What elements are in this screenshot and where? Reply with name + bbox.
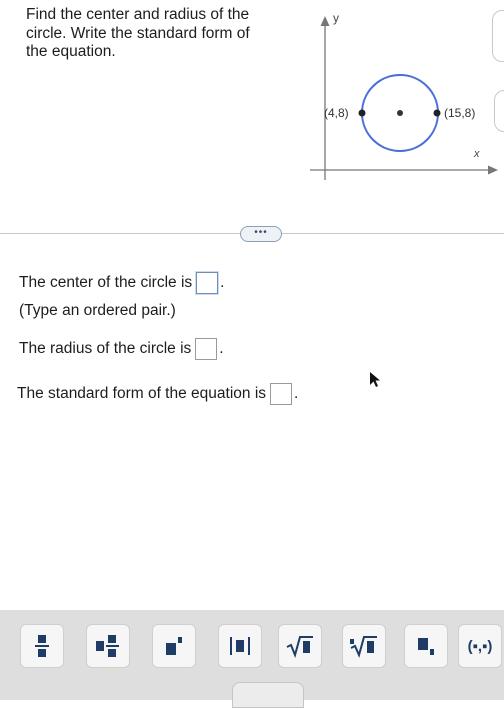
subscript-button[interactable]	[404, 624, 448, 668]
y-axis-label: y	[333, 11, 339, 25]
x-axis-arrow	[488, 165, 498, 175]
right-point-label: (15,8)	[444, 106, 475, 120]
center-input[interactable]	[196, 272, 219, 294]
center-hint-row: (Type an ordered pair.)	[19, 302, 176, 320]
mixed-number-button[interactable]	[86, 624, 130, 668]
equation-prompt: The standard form of the equation is	[17, 385, 267, 402]
mouse-cursor-icon	[370, 372, 380, 387]
nth-root-icon	[350, 636, 377, 658]
absolute-value-icon	[230, 637, 250, 655]
side-panel-tab-2[interactable]	[494, 90, 504, 132]
equation-period: .	[294, 385, 299, 402]
left-point-label: (4,8)	[324, 106, 349, 120]
y-axis-arrow	[320, 16, 330, 26]
fraction-icon	[35, 635, 49, 657]
equation-input[interactable]	[270, 383, 293, 405]
more-tab[interactable]	[232, 682, 304, 708]
square-root-button[interactable]	[278, 624, 322, 668]
radius-answer-row: The radius of the circle is .	[19, 338, 224, 360]
left-point	[358, 109, 366, 117]
center-answer-row: The center of the circle is .	[19, 272, 224, 294]
ordered-pair-button[interactable]: (▪,▪)	[458, 624, 502, 668]
absolute-value-button[interactable]	[218, 624, 262, 668]
radius-input[interactable]	[195, 338, 218, 360]
radius-period: .	[219, 340, 224, 357]
center-hint: (Type an ordered pair.)	[19, 302, 176, 319]
exponent-button[interactable]	[152, 624, 196, 668]
right-point	[433, 109, 441, 117]
square-root-icon	[286, 636, 313, 658]
ordered-pair-icon: (▪,▪)	[467, 637, 493, 655]
circle-graph: y x (4,8) (15,8)	[300, 8, 504, 188]
expand-more-button[interactable]: •••	[240, 226, 282, 242]
question-line-1: Find the center and radius of the	[26, 6, 250, 23]
center-period: .	[220, 274, 225, 291]
exponent-icon	[166, 637, 182, 655]
radius-prompt: The radius of the circle is	[19, 340, 192, 357]
x-axis-label: x	[473, 148, 480, 160]
question-text: Find the center and radius of the circle…	[26, 6, 276, 62]
mixed-number-icon	[96, 635, 119, 657]
side-panel-tab[interactable]	[492, 10, 504, 62]
nth-root-button[interactable]	[342, 624, 386, 668]
fraction-button[interactable]	[20, 624, 64, 668]
question-line-2: circle. Write the standard form of	[26, 24, 250, 42]
subscript-icon	[418, 638, 434, 655]
center-prompt: The center of the circle is	[19, 274, 193, 291]
question-line-3: the equation.	[26, 43, 116, 60]
equation-answer-row: The standard form of the equation is .	[17, 383, 298, 405]
center-point	[397, 110, 403, 116]
